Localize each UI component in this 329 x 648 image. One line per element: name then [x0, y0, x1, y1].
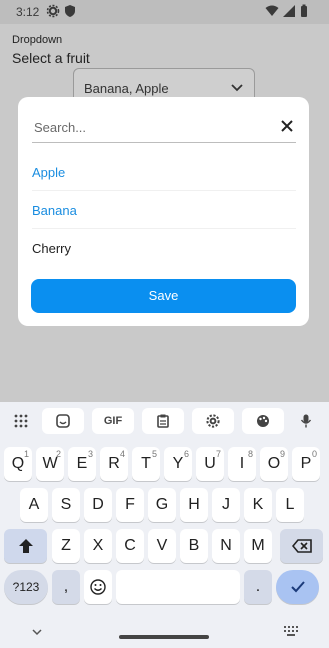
- key-x[interactable]: X: [84, 529, 112, 563]
- keyboard-toolbar: GIF: [0, 402, 329, 440]
- option-apple[interactable]: Apple: [32, 153, 296, 191]
- key-l[interactable]: L: [276, 488, 304, 522]
- save-button[interactable]: Save: [31, 279, 296, 313]
- checkmark-icon: [290, 581, 305, 593]
- key-f[interactable]: F: [116, 488, 144, 522]
- key-s[interactable]: S: [52, 488, 80, 522]
- settings-gear-icon: [46, 4, 60, 18]
- key-i[interactable]: I8: [228, 447, 256, 481]
- dropdown-value: Banana, Apple: [84, 81, 169, 96]
- key-d[interactable]: D: [84, 488, 112, 522]
- option-banana[interactable]: Banana: [32, 191, 296, 229]
- system-navbar: [0, 616, 329, 648]
- key-m[interactable]: M: [244, 529, 272, 563]
- option-label: Apple: [32, 165, 66, 180]
- enter-key[interactable]: [276, 570, 319, 604]
- sticker-icon[interactable]: [42, 408, 84, 434]
- key-g[interactable]: G: [148, 488, 176, 522]
- apps-grid-icon[interactable]: [0, 408, 42, 434]
- gif-button[interactable]: GIF: [92, 408, 134, 434]
- shift-arrow-icon: [18, 539, 33, 553]
- key-a[interactable]: A: [20, 488, 48, 522]
- screen-title: Dropdown: [12, 34, 63, 46]
- symbols-key[interactable]: ?123: [4, 570, 48, 604]
- key-t[interactable]: T5: [132, 447, 160, 481]
- theme-palette-icon[interactable]: [242, 408, 284, 434]
- key-z[interactable]: Z: [52, 529, 80, 563]
- option-label: Banana: [32, 203, 77, 218]
- key-y[interactable]: Y6: [164, 447, 192, 481]
- period-key[interactable]: .: [244, 570, 272, 604]
- backspace-icon: [291, 539, 312, 553]
- key-p[interactable]: P0: [292, 447, 320, 481]
- status-time: 3:12: [16, 5, 40, 19]
- space-key[interactable]: [116, 570, 240, 604]
- shift-key[interactable]: [4, 529, 47, 563]
- key-h[interactable]: H: [180, 488, 208, 522]
- microphone-icon[interactable]: [285, 408, 327, 434]
- fruit-select-modal: Apple Banana Cherry Save: [18, 97, 309, 326]
- key-u[interactable]: U7: [196, 447, 224, 481]
- battery-icon: [301, 4, 307, 17]
- close-icon[interactable]: [280, 119, 294, 133]
- key-k[interactable]: K: [244, 488, 272, 522]
- clipboard-icon[interactable]: [142, 408, 184, 434]
- key-q[interactable]: Q1: [4, 447, 32, 481]
- backspace-key[interactable]: [280, 529, 323, 563]
- settings-icon[interactable]: [192, 408, 234, 434]
- soft-keyboard: GIF Q1 W2 E3 R4 T5 Y6 U7 I8 O9 P0 A S D …: [0, 402, 329, 648]
- emoji-key[interactable]: [84, 570, 112, 604]
- key-w[interactable]: W2: [36, 447, 64, 481]
- option-label: Cherry: [32, 241, 72, 256]
- key-r[interactable]: R4: [100, 447, 128, 481]
- cellular-signal-icon: [283, 5, 295, 17]
- key-v[interactable]: V: [148, 529, 176, 563]
- key-c[interactable]: C: [116, 529, 144, 563]
- key-n[interactable]: N: [212, 529, 240, 563]
- emoji-smiley-icon: [90, 579, 106, 595]
- key-j[interactable]: J: [212, 488, 240, 522]
- key-b[interactable]: B: [180, 529, 208, 563]
- option-cherry[interactable]: Cherry: [32, 229, 296, 267]
- search-input[interactable]: [34, 117, 264, 137]
- shield-icon: [65, 5, 75, 17]
- status-bar: 3:12: [0, 0, 329, 24]
- dropdown-label: Select a fruit: [12, 50, 90, 66]
- hide-keyboard-chevron-icon[interactable]: [31, 628, 43, 636]
- home-gesture-bar[interactable]: [119, 635, 209, 639]
- keyboard-switch-icon[interactable]: [284, 626, 298, 636]
- key-o[interactable]: O9: [260, 447, 288, 481]
- comma-key[interactable]: ,: [52, 570, 80, 604]
- key-e[interactable]: E3: [68, 447, 96, 481]
- search-row: [32, 111, 296, 143]
- chevron-down-icon: [231, 84, 243, 92]
- wifi-icon: [265, 5, 279, 16]
